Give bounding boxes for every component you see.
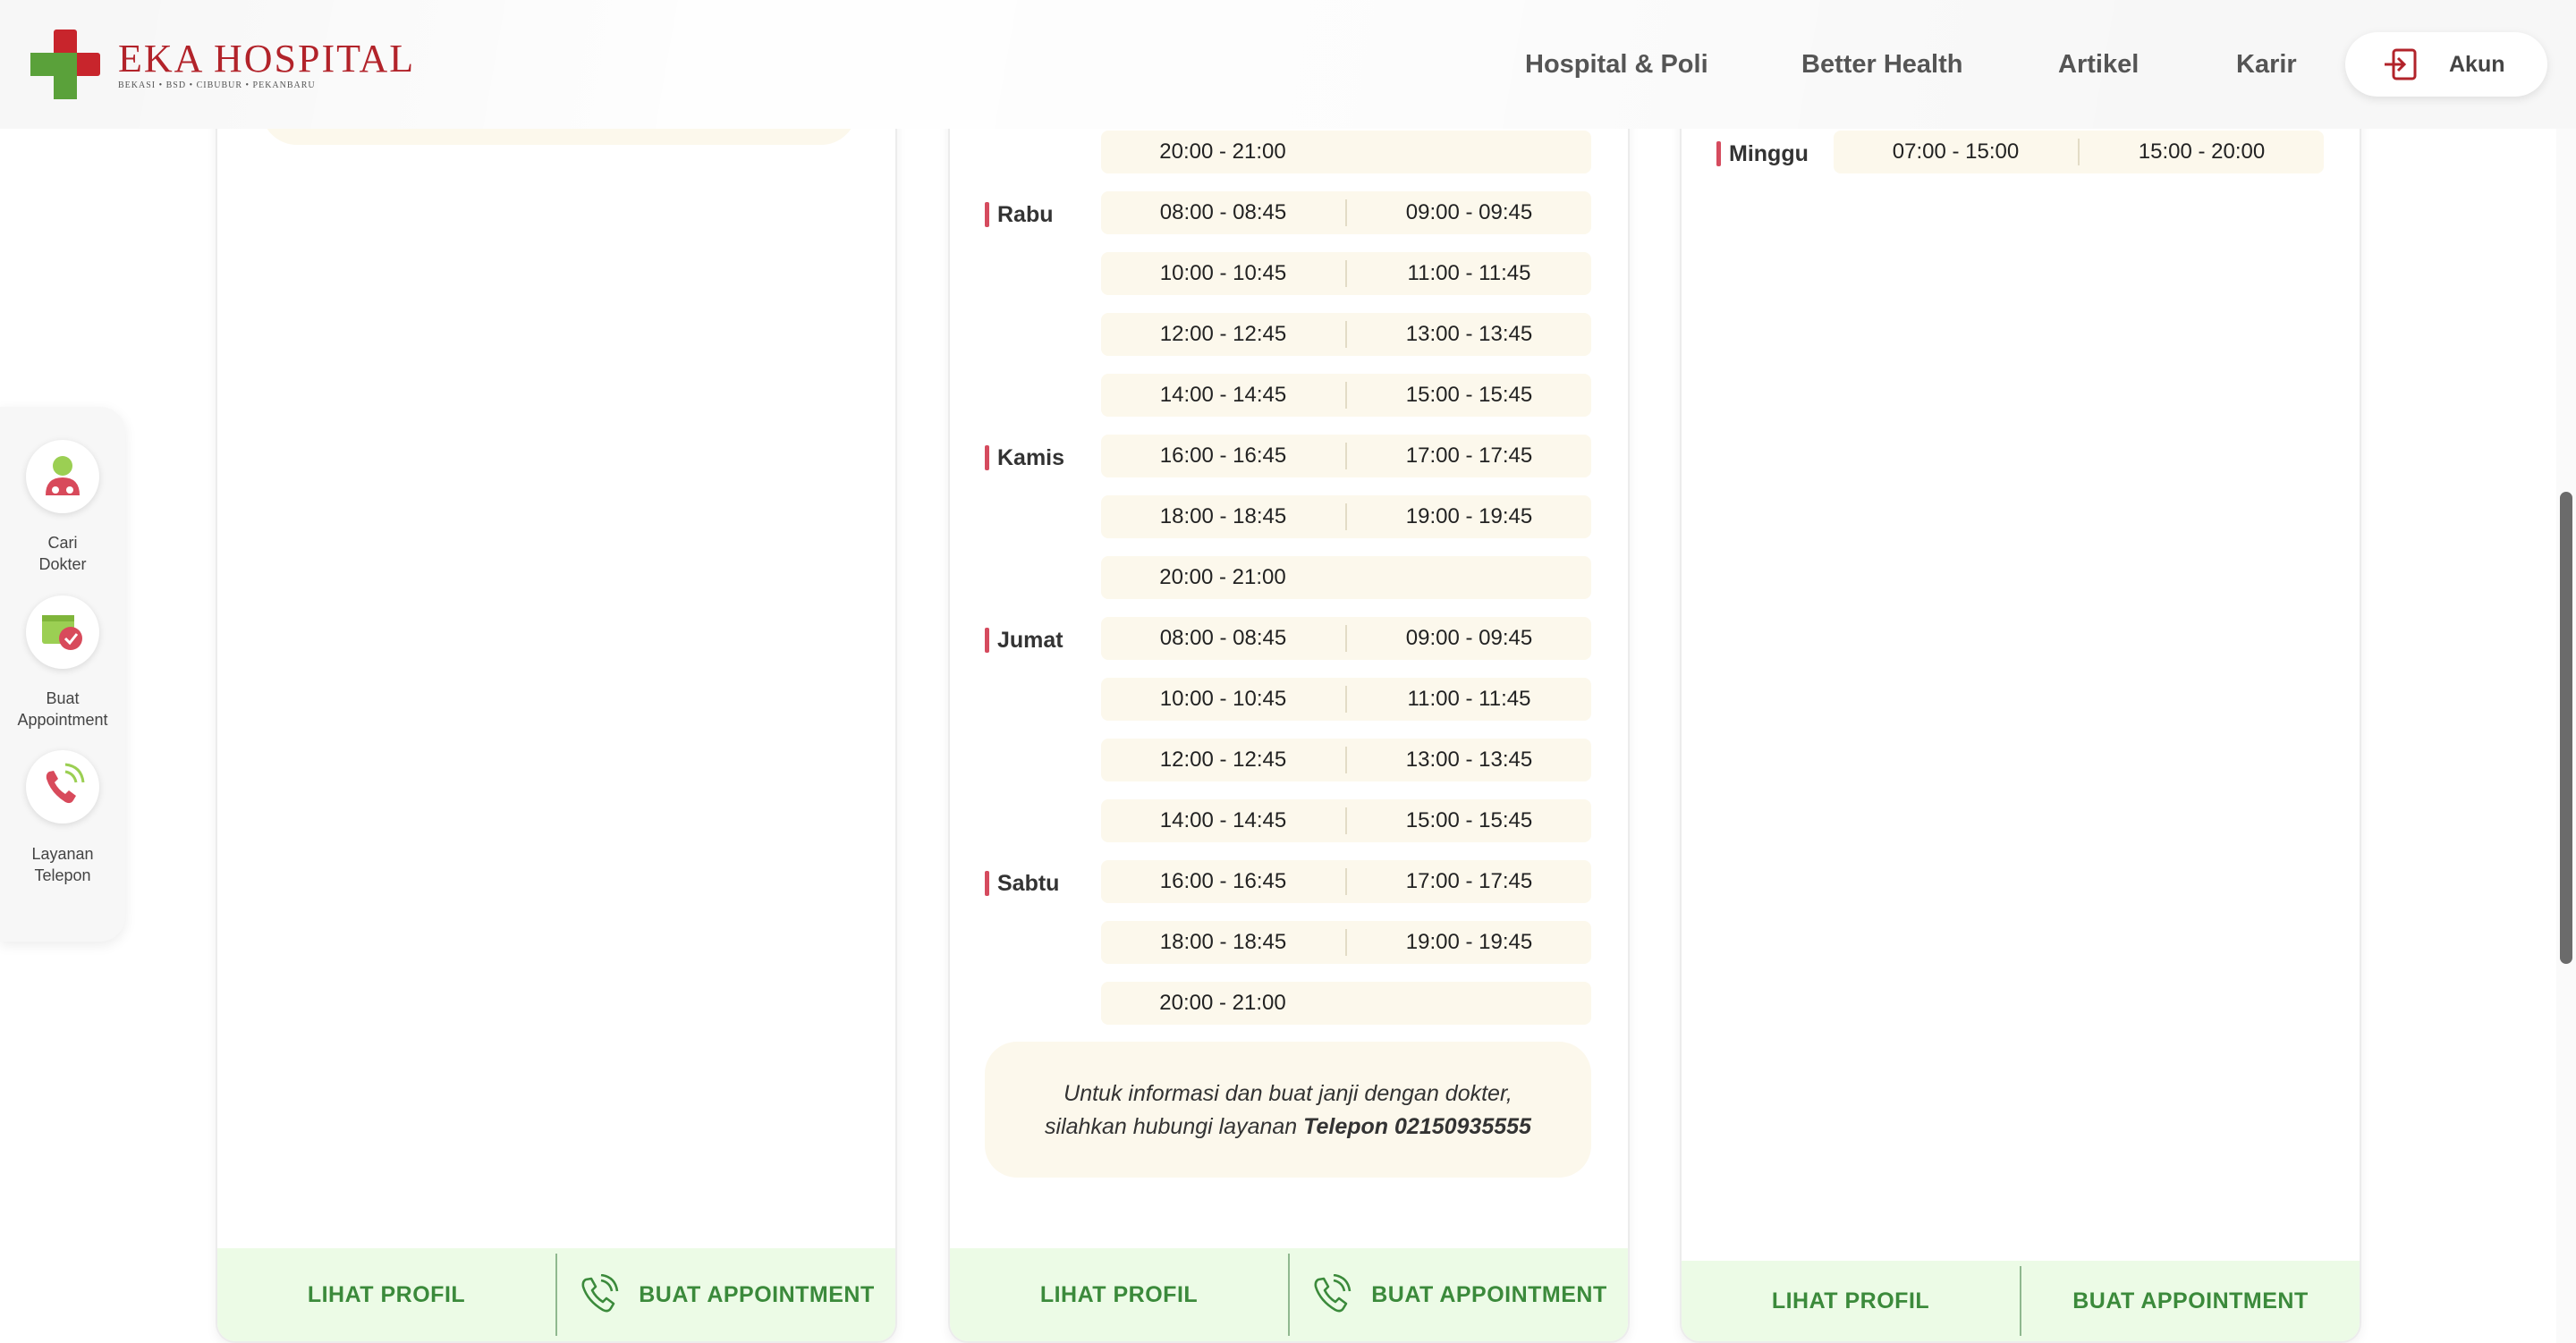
slot-row: 18:00 - 18:45 19:00 - 19:45	[1101, 495, 1591, 538]
slot-row: 12:00 - 12:45 13:00 - 13:45	[1101, 739, 1591, 781]
logo-name: EKA HOSPITAL	[118, 36, 416, 80]
time-slot[interactable]: 17:00 - 17:45	[1347, 869, 1591, 894]
time-slot[interactable]: 16:00 - 16:45	[1101, 443, 1345, 469]
time-slot[interactable]: 17:00 - 17:45	[1347, 443, 1591, 469]
cross-logo-icon	[30, 30, 100, 99]
time-slot[interactable]: 13:00 - 13:45	[1347, 322, 1591, 347]
time-slot[interactable]: 08:00 - 08:45	[1101, 626, 1345, 651]
slot-row: 10:00 - 10:45 11:00 - 11:45	[1101, 252, 1591, 295]
card-1-footer: LIHAT PROFIL BUAT APPOINTMENT	[217, 1248, 895, 1341]
time-slot[interactable]: 18:00 - 18:45	[1101, 504, 1345, 529]
side-label-line2: Dokter	[38, 555, 87, 573]
day-label-kamis: Kamis	[985, 445, 1064, 471]
time-slot[interactable]: 15:00 - 15:45	[1347, 383, 1591, 408]
lihat-profil-label: LIHAT PROFIL	[1039, 1281, 1199, 1307]
card-2-footer: LIHAT PROFIL BUAT APPOINTMENT	[950, 1248, 1628, 1341]
phone-call-icon	[1314, 1274, 1352, 1313]
day-label-jumat: Jumat	[985, 628, 1063, 654]
floating-quick-menu: Cari Dokter Buat Appointment Layanan Tel…	[0, 407, 125, 942]
lihat-profil-button[interactable]: LIHAT PROFIL	[1682, 1261, 2020, 1341]
slot-row: 20:00 - 21:00	[1101, 131, 1591, 173]
time-slot[interactable]: 19:00 - 19:45	[1347, 930, 1591, 955]
slot-row: 20:00 - 21:00	[1101, 982, 1591, 1025]
side-label-line2: Appointment	[17, 711, 108, 729]
slot-row: 16:00 - 16:45 17:00 - 17:45	[1101, 860, 1591, 903]
nav-hospital-poli[interactable]: Hospital & Poli	[1525, 50, 1708, 80]
time-slot[interactable]: 11:00 - 11:45	[1347, 687, 1591, 712]
logo-tagline: BEKASI • BSD • CIBUBUR • PEKANBARU	[118, 80, 316, 90]
buat-appointment-button[interactable]: BUAT APPOINTMENT	[1290, 1248, 1628, 1341]
buat-appointment-label: BUAT APPOINTMENT	[639, 1281, 875, 1307]
contact-phone[interactable]: Telepon 02150935555	[1303, 1114, 1531, 1139]
time-slot[interactable]: 20:00 - 21:00	[1101, 991, 1344, 1016]
lihat-profil-label: LIHAT PROFIL	[1771, 1288, 1930, 1313]
card-3-footer: LIHAT PROFIL BUAT APPOINTMENT	[1682, 1261, 2360, 1341]
time-slot[interactable]: 08:00 - 08:45	[1101, 200, 1345, 225]
slot-row: 14:00 - 14:45 15:00 - 15:45	[1101, 799, 1591, 842]
calendar-check-icon	[42, 615, 82, 650]
account-label: Akun	[2449, 51, 2505, 77]
account-button[interactable]: Akun	[2345, 32, 2547, 97]
time-slot[interactable]: 13:00 - 13:45	[1347, 748, 1591, 773]
nav-artikel[interactable]: Artikel	[2058, 50, 2139, 80]
slot-row: 14:00 - 14:45 15:00 - 15:45	[1101, 374, 1591, 417]
time-slot[interactable]: 14:00 - 14:45	[1101, 383, 1345, 408]
lihat-profil-button[interactable]: LIHAT PROFIL	[217, 1248, 555, 1341]
slot-row: 16:00 - 16:45 17:00 - 17:45	[1101, 435, 1591, 477]
slot-row: 20:00 - 21:00	[1101, 556, 1591, 599]
eka-hospital-logo[interactable]: EKA HOSPITAL BEKASI • BSD • CIBUBUR • PE…	[30, 29, 415, 100]
time-slot[interactable]: 15:00 - 15:45	[1347, 808, 1591, 833]
nav-better-health[interactable]: Better Health	[1801, 50, 1963, 80]
login-icon	[2385, 48, 2417, 80]
slot-row: 08:00 - 08:45 09:00 - 09:45	[1101, 191, 1591, 234]
slot-row: 07:00 - 15:00 15:00 - 20:00	[1834, 131, 2324, 173]
time-slot[interactable]: 20:00 - 21:00	[1101, 139, 1344, 165]
time-slot[interactable]: 09:00 - 09:45	[1347, 200, 1591, 225]
buat-appointment-button[interactable]: BUAT APPOINTMENT	[2021, 1261, 2360, 1341]
time-slot[interactable]: 10:00 - 10:45	[1101, 687, 1345, 712]
doctor-card-1: LIHAT PROFIL BUAT APPOINTMENT	[216, 0, 897, 1343]
time-slot[interactable]: 11:00 - 11:45	[1347, 261, 1591, 286]
nav-karir[interactable]: Karir	[2236, 50, 2297, 80]
day-label-sabtu: Sabtu	[985, 871, 1059, 897]
site-header: EKA HOSPITAL BEKASI • BSD • CIBUBUR • PE…	[0, 0, 2576, 129]
time-slot[interactable]: 15:00 - 20:00	[2080, 139, 2324, 165]
time-slot[interactable]: 20:00 - 21:00	[1101, 565, 1344, 590]
phone-call-icon	[581, 1274, 619, 1313]
time-slot[interactable]: 10:00 - 10:45	[1101, 261, 1345, 286]
side-label-line1: Cari	[47, 534, 78, 552]
lihat-profil-button[interactable]: LIHAT PROFIL	[950, 1248, 1288, 1341]
time-slot[interactable]: 07:00 - 15:00	[1834, 139, 2078, 165]
slot-row: 18:00 - 18:45 19:00 - 19:45	[1101, 921, 1591, 964]
time-slot[interactable]: 12:00 - 12:45	[1101, 322, 1345, 347]
side-label-line1: Buat	[46, 689, 80, 707]
slot-row: 12:00 - 12:45 13:00 - 13:45	[1101, 313, 1591, 356]
time-slot[interactable]: 12:00 - 12:45	[1101, 748, 1345, 773]
doctor-card-3: LIHAT PROFIL BUAT APPOINTMENT	[1680, 0, 2361, 1343]
side-label-line1: Layanan	[31, 845, 94, 863]
buat-appointment-label: BUAT APPOINTMENT	[1371, 1281, 1607, 1307]
page-scrollbar-thumb[interactable]	[2560, 492, 2572, 964]
buat-appointment-button[interactable]: BUAT APPOINTMENT	[557, 1248, 895, 1341]
contact-info-box: Untuk informasi dan buat janji dengan do…	[985, 1042, 1591, 1178]
buat-appointment-label: BUAT APPOINTMENT	[2072, 1288, 2309, 1313]
time-slot[interactable]: 09:00 - 09:45	[1347, 626, 1591, 651]
time-slot[interactable]: 19:00 - 19:45	[1347, 504, 1591, 529]
slot-row: 08:00 - 08:45 09:00 - 09:45	[1101, 617, 1591, 660]
time-slot[interactable]: 14:00 - 14:45	[1101, 808, 1345, 833]
lihat-profil-label: LIHAT PROFIL	[307, 1281, 466, 1307]
time-slot[interactable]: 18:00 - 18:45	[1101, 930, 1345, 955]
phone-icon	[46, 763, 85, 804]
day-label-rabu: Rabu	[985, 202, 1054, 228]
time-slot[interactable]: 16:00 - 16:45	[1101, 869, 1345, 894]
doctor-icon	[46, 456, 80, 495]
day-label-minggu: Minggu	[1716, 141, 1809, 167]
side-label-line2: Telepon	[34, 866, 91, 884]
slot-row: 10:00 - 10:45 11:00 - 11:45	[1101, 678, 1591, 721]
